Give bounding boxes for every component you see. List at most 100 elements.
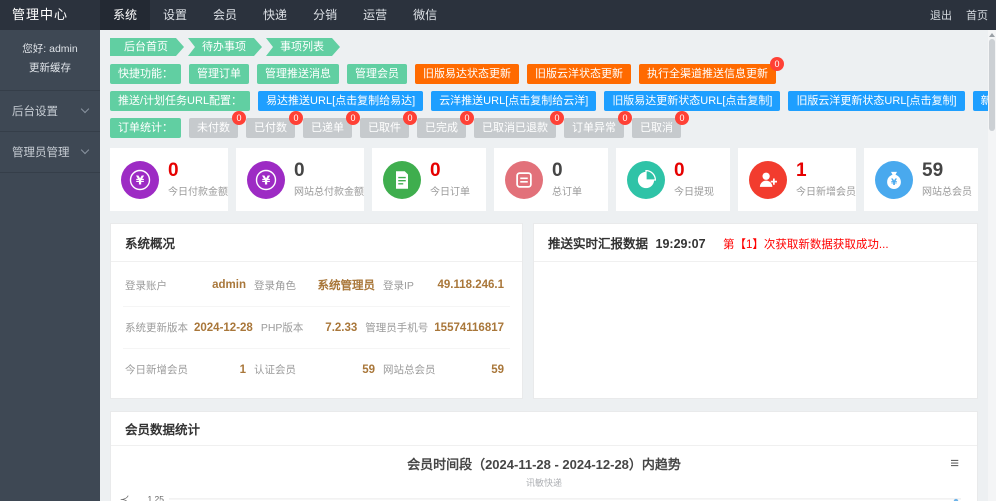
order-stat-button-6[interactable]: 订单异常 0 [564,111,632,138]
sidebar-item-label: 管理员管理 [12,146,70,159]
top-nav-right: 退出 首页 [916,0,988,31]
nav-item-1[interactable]: 设置 [150,0,200,30]
quick-functions-row: 快捷功能： 管理订单 管理推送消息 管理会员 旧版易达状态更新 旧版云洋状态更新 执行全渠道… [110,57,978,84]
quick-button-4[interactable]: 旧版云洋状态更新 [527,64,631,84]
push-report-time: 19:29:07 [655,237,706,251]
stat-card-4[interactable]: 0 今日提现 [616,148,730,211]
svg-text:¥: ¥ [262,173,271,187]
y-axis-label: 单位:人 [120,495,130,501]
svg-text:¥: ¥ [891,178,897,188]
order-stat-button-7[interactable]: 已取消 0 [632,111,689,138]
sidebar-item-label: 后台设置 [12,105,58,118]
overview-label: 登录角色 [254,279,296,292]
push-url-button-4[interactable]: 新版全渠道更新状态URL[点击复制] [972,91,988,111]
overview-cell-1-1: PHP版本 7.2.33 [258,307,364,349]
nav-item-5[interactable]: 运营 [350,0,400,30]
push-url-button-1[interactable]: 云洋推送URL[点击复制给云洋] [431,91,597,111]
chart-toolbox-icon[interactable]: ≡ [950,456,959,471]
member-stats-title: 会员数据统计 [111,412,977,446]
quick-button-2[interactable]: 管理会员 [347,64,407,84]
system-overview-grid: 登录账户 admin 登录角色 系统管理员 登录IP 49.118.246.1 系统更新版本… [111,262,522,398]
scroll-up-arrow-icon[interactable] [989,33,995,37]
svg-text:¥: ¥ [136,173,145,187]
chart-header: 会员时间段（2024-11-28 - 2024-12-28）内趋势 讯敏快递 ≡ [111,446,977,489]
app-title: 管理中心 [0,0,100,30]
quick-button-1[interactable]: 管理推送消息 [257,64,339,84]
order-stat-button-5[interactable]: 已取消已退款 0 [474,111,564,138]
quick-button-0[interactable]: 管理订单 [189,64,249,84]
stat-card-value: 0 [552,160,563,182]
stat-card-3[interactable]: 0 总订单 [494,148,608,211]
stat-card-1[interactable]: ¥0 网站总付款金额 [236,148,364,211]
push-report-header: 推送实时汇报数据 19:29:07 第【1】次获取新数据获取成功... [534,224,977,262]
push-url-button-0[interactable]: 易达推送URL[点击复制给易达] [258,91,424,111]
breadcrumb-item-2[interactable]: 事项列表 [266,38,340,56]
overview-label: 系统更新版本 [125,322,188,334]
overview-value: 1 [239,363,246,376]
user-plus-icon [749,160,787,199]
quick-button-3[interactable]: 旧版易达状态更新 [415,64,519,84]
sidebar-menu: 后台设置 管理员管理 [0,91,100,173]
stat-card-2[interactable]: 0 今日订单 [372,148,486,211]
overview-value: 系统管理员 [317,280,376,292]
stat-card-label: 总订单 [552,186,582,198]
stat-card-label: 网站总会员 [922,186,972,198]
stat-card-0[interactable]: ¥0 今日付款金额 [110,148,228,211]
refresh-cache-link[interactable]: 更新缓存 [0,59,100,78]
badge-count: 0 [289,111,303,125]
overview-label: PHP版本 [260,322,304,334]
stat-card-value: 0 [168,160,179,182]
pie-icon [627,160,665,199]
nav-item-2[interactable]: 会员 [200,0,250,30]
badge-count: 0 [346,111,360,125]
order-stat-button-0[interactable]: 未付数 0 [189,111,246,138]
order-stat-label: 订单统计： [110,118,181,138]
breadcrumb-item-1[interactable]: 待办事项 [188,38,262,56]
stat-card-meta: 0 总订单 [552,161,582,198]
order-stat-button-4[interactable]: 已完成 0 [417,111,474,138]
top-right-link-0[interactable]: 退出 [930,10,952,22]
overview-value: 49.118.246.1 [437,279,504,291]
push-url-button-2[interactable]: 旧版易达更新状态URL[点击复制] [604,91,781,111]
money-bag-icon: ¥ [875,160,913,199]
vertical-scrollbar[interactable] [988,30,996,501]
stat-card-value: 1 [796,160,807,182]
push-url-button-3[interactable]: 旧版云洋更新状态URL[点击复制] [788,91,965,111]
stat-card-6[interactable]: ¥59 网站总会员 [864,148,978,211]
order-stat-button-1[interactable]: 已付数 0 [246,111,303,138]
overview-row-0: 登录账户 admin 登录角色 系统管理员 登录IP 49.118.246.1 [123,264,510,307]
quick-button-5[interactable]: 执行全渠道推送信息更新 0 [639,57,784,84]
yen-icon: ¥ [247,160,285,199]
stat-card-5[interactable]: 1 今日新增会员 [738,148,856,211]
greeting-text: 您好: admin [22,43,78,55]
sidebar-item-1[interactable]: 管理员管理 [0,132,100,173]
order-stats-row: 订单统计： 未付数 0 已付数 0 已递单 0 已取件 0 已完成 0 已取消已退款 0 订单异常 0 已取消… [110,111,978,138]
nav-item-3[interactable]: 快递 [250,0,300,30]
stat-card-label: 今日订单 [430,186,470,198]
order-stat-button-2[interactable]: 已递单 0 [303,111,360,138]
push-report-title: 推送实时汇报数据 [548,237,649,251]
overview-cell-0-0: 登录账户 admin [123,264,252,307]
overview-cell-0-2: 登录IP 49.118.246.1 [381,264,510,307]
sidebar-item-0[interactable]: 后台设置 [0,91,100,132]
top-right-link-1[interactable]: 首页 [966,10,988,22]
stat-card-label: 今日新增会员 [796,186,856,198]
overview-cell-1-2: 管理员手机号 15574116817 [363,307,510,349]
breadcrumb-item-0[interactable]: 后台首页 [110,38,184,56]
nav-item-0[interactable]: 系统 [100,0,151,30]
nav-item-6[interactable]: 微信 [400,0,450,30]
nav-item-4[interactable]: 分销 [300,0,350,30]
order-stat-button-3[interactable]: 已取件 0 [360,111,417,138]
badge-count: 0 [403,111,417,125]
overview-label: 认证会员 [254,364,296,376]
top-nav-items: 系统 设置 会员 快递 分销 运营 微信 [100,0,450,30]
stat-cards: ¥0 今日付款金额 ¥0 网站总付款金额 0 今日订单 0 总订单 0 今日提现 1 今日新增会员 ¥5… [110,148,978,211]
overview-row-1: 系统更新版本 2024-12-28 PHP版本 7.2.33 管理员手机号 1557411… [123,307,510,349]
overview-value: 59 [362,363,375,376]
overview-cell-2-2: 网站总会员 59 [381,349,510,390]
badge-count: 0 [232,111,246,125]
document-icon [383,160,421,199]
scrollbar-thumb[interactable] [989,39,995,131]
overview-label: 管理员手机号 [365,322,429,334]
push-url-label: 推送/计划任务URL配置： [110,91,251,111]
